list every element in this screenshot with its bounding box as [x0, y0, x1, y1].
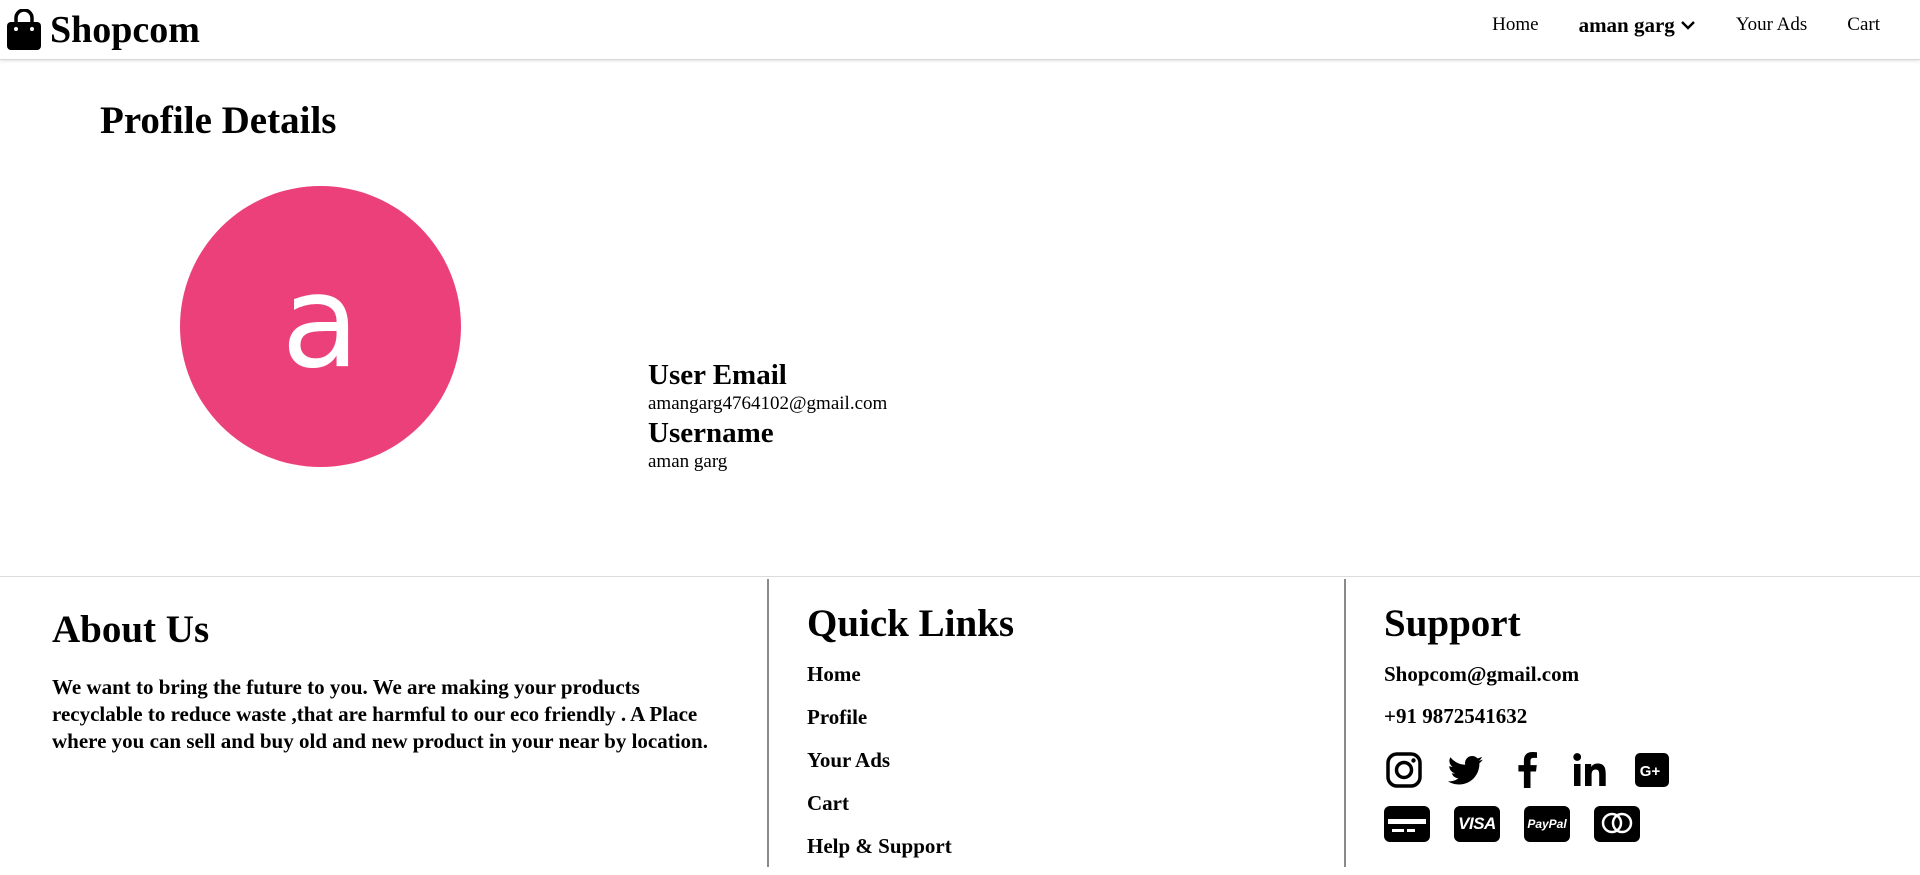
- footer: About Us We want to bring the future to …: [0, 576, 1920, 867]
- brand-name: Shopcom: [50, 9, 200, 51]
- support-phone[interactable]: +91 9872541632: [1384, 702, 1694, 730]
- about-text: We want to bring the future to you. We a…: [52, 674, 708, 753]
- main-nav: Home aman garg Your Ads Cart: [1492, 0, 1920, 50]
- mastercard-icon: [1594, 805, 1640, 842]
- quick-links-title: Quick Links: [807, 602, 1015, 645]
- nav-cart[interactable]: Cart: [1847, 14, 1880, 36]
- social-links: G+: [1384, 750, 1694, 790]
- support-section: Support Shopcom@gmail.com +91 9872541632: [1384, 602, 1694, 842]
- user-menu[interactable]: aman garg: [1579, 13, 1696, 38]
- quick-link-profile[interactable]: Profile: [807, 703, 1014, 746]
- avatar: a: [180, 186, 461, 467]
- profile-info: User Email amangarg4764102@gmail.com Use…: [648, 358, 887, 474]
- facebook-icon[interactable]: [1508, 750, 1548, 790]
- payment-methods: VISA PayPal: [1384, 805, 1694, 842]
- paypal-icon: PayPal: [1524, 805, 1570, 842]
- svg-text:G+: G+: [1640, 763, 1661, 780]
- about-title: About Us: [52, 608, 210, 651]
- quick-link-cart[interactable]: Cart: [807, 789, 1014, 832]
- footer-divider: [767, 579, 769, 867]
- user-menu-label: aman garg: [1578, 12, 1675, 37]
- twitter-icon[interactable]: [1446, 750, 1486, 790]
- avatar-letter: a: [281, 247, 360, 397]
- quick-links-section: Quick Links Home Profile Your Ads Cart H…: [807, 602, 1015, 875]
- instagram-icon[interactable]: [1384, 750, 1424, 790]
- support-title: Support: [1384, 602, 1521, 645]
- quick-link-home[interactable]: Home: [807, 660, 1014, 703]
- page-title: Profile Details: [100, 99, 337, 142]
- quick-link-help-support[interactable]: Help & Support: [807, 832, 1014, 875]
- user-email-label: User Email: [648, 359, 787, 391]
- google-plus-icon[interactable]: G+: [1632, 750, 1672, 790]
- visa-icon: VISA: [1454, 805, 1500, 842]
- brand-logo[interactable]: Shopcom: [6, 6, 200, 54]
- username-value: aman garg: [648, 451, 728, 472]
- top-navbar: Shopcom Home aman garg Your Ads Cart: [0, 0, 1920, 60]
- quick-links-list: Home Profile Your Ads Cart Help & Suppor…: [807, 660, 1014, 875]
- nav-your-ads[interactable]: Your Ads: [1736, 14, 1807, 36]
- credit-card-icon: [1384, 805, 1430, 842]
- footer-divider: [1344, 579, 1346, 867]
- chevron-down-icon: [1680, 21, 1695, 30]
- username-label: Username: [648, 417, 774, 449]
- shopping-bag-icon: [7, 9, 41, 50]
- nav-home[interactable]: Home: [1492, 14, 1538, 36]
- linkedin-icon[interactable]: [1570, 750, 1610, 790]
- support-email[interactable]: Shopcom@gmail.com: [1384, 660, 1694, 688]
- about-section: About Us We want to bring the future to …: [52, 608, 722, 755]
- quick-link-your-ads[interactable]: Your Ads: [807, 746, 1014, 789]
- user-email-value: amangarg4764102@gmail.com: [648, 393, 888, 414]
